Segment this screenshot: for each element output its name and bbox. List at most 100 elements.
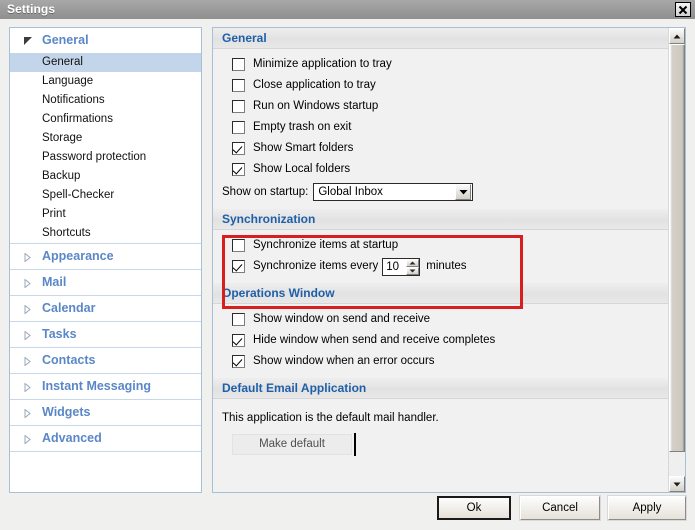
sidebar-item-shortcuts[interactable]: Shortcuts	[10, 224, 201, 243]
checkbox-label: Show window when an error occurs	[253, 355, 435, 367]
sidebar-item-label: Backup	[42, 170, 81, 182]
checkbox-label: Show window on send and receive	[253, 313, 431, 325]
sidebar-group-label: Calendar	[42, 301, 96, 315]
scrollbar-track[interactable]	[669, 44, 685, 476]
text-caret	[354, 433, 356, 456]
section-header-operations-window: Operations Window	[213, 283, 669, 304]
sidebar-item-storage[interactable]: Storage	[10, 129, 201, 148]
checkbox-run-on-windows-startup[interactable]	[232, 100, 245, 113]
sidebar-item-general[interactable]: General	[10, 53, 201, 72]
default-mail-handler-status: This application is the default mail han…	[222, 412, 439, 424]
checkbox-minimize-to-tray[interactable]	[232, 58, 245, 71]
show-on-startup-row: Show on startup: Global Inbox	[213, 180, 669, 203]
ok-button[interactable]: Ok	[437, 496, 511, 520]
sidebar-group-tasks[interactable]: Tasks	[10, 322, 201, 348]
checkbox-empty-trash-on-exit[interactable]	[232, 121, 245, 134]
sidebar-group-mail[interactable]: Mail	[10, 270, 201, 296]
sidebar-item-label: Spell-Checker	[42, 189, 115, 201]
sidebar-group-general[interactable]: General	[10, 28, 201, 53]
checkbox-label: Hide window when send and receive comple…	[253, 334, 496, 346]
checkbox-sync-at-startup[interactable]	[232, 239, 245, 252]
checkbox-row-run-on-windows-startup[interactable]: Run on Windows startup	[213, 96, 669, 117]
checkbox-row-hide-window-on-complete[interactable]: Hide window when send and receive comple…	[213, 330, 669, 351]
sidebar-group-calendar[interactable]: Calendar	[10, 296, 201, 322]
checkbox-row-sync-interval[interactable]: Synchronize items every 10 minutes	[213, 256, 669, 277]
settings-category-sidebar[interactable]: General General Language Notifications C…	[9, 27, 202, 493]
sidebar-group-label: Widgets	[42, 405, 91, 419]
sidebar-group-advanced[interactable]: Advanced	[10, 426, 201, 452]
triangle-right-icon	[24, 400, 34, 425]
triangle-down-icon	[24, 28, 34, 53]
spinner-down-icon[interactable]	[406, 266, 420, 275]
sidebar-item-label: Password protection	[42, 151, 147, 163]
sidebar-item-language[interactable]: Language	[10, 72, 201, 91]
sidebar-item-print[interactable]: Print	[10, 205, 201, 224]
sidebar-item-confirmations[interactable]: Confirmations	[10, 110, 201, 129]
spinner-up-icon[interactable]	[406, 258, 420, 267]
checkbox-sync-every[interactable]	[232, 260, 245, 273]
checkbox-row-minimize-to-tray[interactable]: Minimize application to tray	[213, 54, 669, 75]
sync-interval-value[interactable]: 10	[383, 259, 406, 275]
scroll-up-arrow-icon[interactable]	[669, 28, 685, 44]
sidebar-item-label: Storage	[42, 132, 83, 144]
chevron-down-icon[interactable]	[455, 183, 472, 200]
sidebar-group-label: Instant Messaging	[42, 379, 152, 393]
sidebar-item-password-protection[interactable]: Password protection	[10, 148, 201, 167]
sidebar-item-notifications[interactable]: Notifications	[10, 91, 201, 110]
checkbox-show-smart-folders[interactable]	[232, 142, 245, 155]
section-header-synchronization: Synchronization	[213, 209, 669, 230]
sidebar-item-label: Print	[42, 208, 66, 220]
make-default-row: Make default	[213, 433, 669, 456]
sidebar-item-spell-checker[interactable]: Spell-Checker	[10, 186, 201, 205]
content-vertical-scrollbar[interactable]	[668, 28, 685, 492]
sync-interval-label: Synchronize items every	[253, 260, 379, 272]
sidebar-group-label: Tasks	[42, 327, 77, 341]
checkbox-row-empty-trash-on-exit[interactable]: Empty trash on exit	[213, 117, 669, 138]
sidebar-group-widgets[interactable]: Widgets	[10, 400, 201, 426]
sidebar-group-label: General	[42, 33, 89, 47]
checkbox-label: Show Smart folders	[253, 142, 354, 154]
sidebar-item-label: Notifications	[42, 94, 105, 106]
sidebar-group-contacts[interactable]: Contacts	[10, 348, 201, 374]
sidebar-item-backup[interactable]: Backup	[10, 167, 201, 186]
dialog-body: General General Language Notifications C…	[0, 19, 695, 530]
checkbox-show-window-on-error[interactable]	[232, 355, 245, 368]
sidebar-group-label: Appearance	[42, 249, 114, 263]
checkbox-close-to-tray[interactable]	[232, 79, 245, 92]
checkbox-row-show-smart-folders[interactable]: Show Smart folders	[213, 138, 669, 159]
checkbox-label: Synchronize items at startup	[253, 239, 399, 251]
sync-interval-stepper[interactable]: 10	[382, 257, 421, 276]
checkbox-row-close-to-tray[interactable]: Close application to tray	[213, 75, 669, 96]
show-on-startup-value: Global Inbox	[318, 185, 383, 198]
triangle-right-icon	[24, 374, 34, 399]
sidebar-group-appearance[interactable]: Appearance	[10, 243, 201, 270]
checkbox-hide-window-on-complete[interactable]	[232, 334, 245, 347]
show-on-startup-select[interactable]: Global Inbox	[313, 182, 474, 201]
show-on-startup-label: Show on startup:	[222, 185, 309, 198]
window-title: Settings	[7, 2, 56, 16]
settings-scroll-content: General Minimize application to tray Clo…	[213, 28, 669, 492]
close-icon[interactable]	[675, 2, 691, 17]
scrollbar-thumb[interactable]	[669, 44, 685, 452]
checkbox-label: Close application to tray	[253, 79, 376, 91]
apply-button[interactable]: Apply	[608, 496, 686, 520]
checkbox-show-window-on-send-receive[interactable]	[232, 313, 245, 326]
triangle-right-icon	[24, 322, 34, 347]
checkbox-show-local-folders[interactable]	[232, 163, 245, 176]
sidebar-group-instant-messaging[interactable]: Instant Messaging	[10, 374, 201, 400]
triangle-right-icon	[24, 348, 34, 373]
dialog-footer: Ok Cancel Apply	[0, 490, 695, 530]
stepper-buttons[interactable]	[406, 258, 420, 275]
sidebar-group-label: Advanced	[42, 431, 102, 445]
checkbox-row-show-local-folders[interactable]: Show Local folders	[213, 159, 669, 180]
checkbox-row-sync-at-startup[interactable]: Synchronize items at startup	[213, 235, 669, 256]
checkbox-row-show-window-on-error[interactable]: Show window when an error occurs	[213, 351, 669, 372]
cancel-button[interactable]: Cancel	[520, 496, 600, 520]
sidebar-item-label: Language	[42, 75, 94, 87]
make-default-button[interactable]: Make default	[232, 434, 352, 455]
section-body-general: Minimize application to tray Close appli…	[213, 49, 669, 209]
checkbox-row-show-window-on-send-receive[interactable]: Show window on send and receive	[213, 309, 669, 330]
section-header-general: General	[213, 28, 669, 49]
triangle-right-icon	[24, 426, 34, 451]
checkbox-label: Minimize application to tray	[253, 58, 392, 70]
